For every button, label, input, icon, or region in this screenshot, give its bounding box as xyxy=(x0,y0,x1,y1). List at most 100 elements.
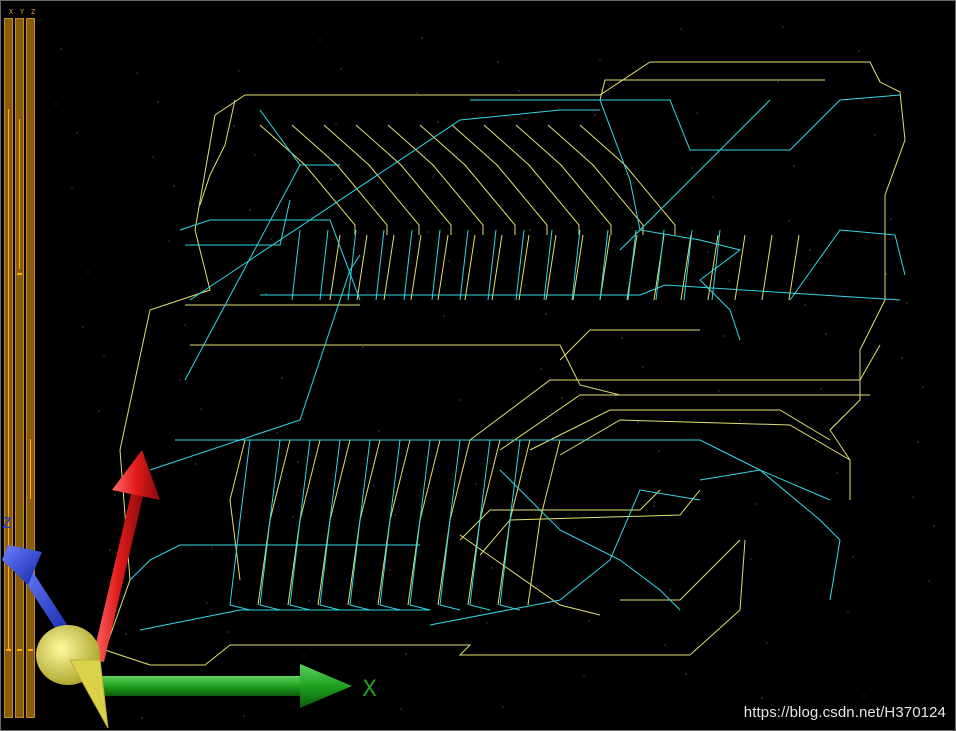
grid-dot xyxy=(497,61,499,63)
grid-dot xyxy=(529,229,531,231)
trace-top-diagonal xyxy=(291,124,388,235)
grid-dot xyxy=(109,549,111,551)
axis-gizmo[interactable]: X Z xyxy=(2,450,377,729)
trace-bottom-slant xyxy=(379,439,401,611)
grid-dot xyxy=(782,26,784,28)
watermark-text: https://blog.csdn.net/H370124 xyxy=(743,704,946,721)
grid-dot xyxy=(114,494,116,496)
grid-dot xyxy=(912,496,914,498)
trace-top-diagonal xyxy=(419,124,516,235)
trace-bottom-lower-right xyxy=(699,469,841,601)
grid-dot xyxy=(588,620,590,622)
grid-dot xyxy=(631,227,633,229)
grid-dot xyxy=(825,333,827,335)
trace-top-bus xyxy=(599,79,825,101)
pcb-3d-view[interactable]: X Z xyxy=(0,0,956,731)
grid-dot xyxy=(367,291,369,293)
trace-bottom-vertical xyxy=(655,229,665,301)
trace-bottom-slant xyxy=(469,439,491,611)
trace-outline-top xyxy=(214,61,906,500)
grid-dot xyxy=(777,81,779,83)
trace-bottom-slant xyxy=(319,439,341,611)
grid-dot xyxy=(658,450,660,452)
grid-dot xyxy=(491,567,493,569)
grid-dot xyxy=(809,249,811,251)
trace-top-left-edge xyxy=(199,99,236,206)
z-axis-arrow xyxy=(2,545,76,646)
grid-dot xyxy=(76,132,78,134)
trace-bottom-slant xyxy=(289,439,311,611)
grid-dot xyxy=(804,304,806,306)
grid-dot xyxy=(448,260,450,262)
grid-dot xyxy=(373,485,375,487)
grid-dot xyxy=(561,397,563,399)
trace-diag-bus-2 xyxy=(499,394,850,451)
trace-bottom-lower-mid xyxy=(499,469,681,611)
grid-dot xyxy=(200,408,202,410)
grid-dot xyxy=(157,101,159,103)
trace-top-diagonal xyxy=(547,124,644,235)
trace-bottom-vertical xyxy=(683,229,693,301)
trace-diag-bus-3 xyxy=(529,409,831,451)
trace-top-vertical xyxy=(329,234,341,301)
grid-dot xyxy=(179,379,181,381)
trace-bottom-lower-edge xyxy=(139,609,430,631)
grid-dot xyxy=(863,695,865,697)
grid-dot xyxy=(416,92,418,94)
grid-dot xyxy=(254,154,256,156)
grid-dot xyxy=(475,483,477,485)
grid-dot xyxy=(470,538,472,540)
trace-top-diagonal xyxy=(451,124,548,235)
grid-dot xyxy=(691,167,693,169)
trace-bottom-slant xyxy=(439,439,461,611)
grid-dot xyxy=(211,547,213,549)
grid-dot xyxy=(249,209,251,211)
grid-dot xyxy=(394,514,396,516)
grid-dot xyxy=(906,302,908,304)
trace-top-vertical xyxy=(410,234,422,301)
z-axis-label: Z xyxy=(2,516,12,532)
trace-bottom-lower-left xyxy=(129,544,420,581)
trace-top-vertical xyxy=(518,234,530,301)
trace-bottom-row xyxy=(179,219,361,301)
grid-dot xyxy=(335,123,337,125)
top-layer-traces xyxy=(104,61,906,666)
grid-dot xyxy=(141,717,143,719)
grid-dot xyxy=(858,50,860,52)
grid-dot xyxy=(545,313,547,315)
grid-dot xyxy=(653,505,655,507)
trace-top-diagonal xyxy=(483,124,580,235)
trace-outline-left xyxy=(104,114,746,666)
trace-top-diagonal xyxy=(387,124,484,235)
grid-dot xyxy=(400,708,402,710)
x-axis-arrow xyxy=(100,664,352,708)
grid-dot xyxy=(71,187,73,189)
y-axis-arrow xyxy=(92,450,160,662)
trace-bottom-right-zig xyxy=(599,99,742,341)
grid-dot xyxy=(874,134,876,136)
grid-dot xyxy=(766,642,768,644)
trace-bottom-row-top xyxy=(260,284,901,301)
grid-dot xyxy=(297,461,299,463)
trace-mid-bus xyxy=(190,344,870,396)
trace-bottom-slant xyxy=(259,439,281,611)
trace-lower-slant xyxy=(527,439,561,606)
grid-dot xyxy=(534,174,536,176)
trace-top-vertical xyxy=(356,234,368,301)
grid-dot xyxy=(243,715,245,717)
grid-dot xyxy=(540,368,542,370)
grid-dot xyxy=(583,675,585,677)
grid-dot xyxy=(594,114,596,116)
grid-dot xyxy=(680,28,682,30)
grid-dot xyxy=(421,37,423,39)
bottom-layer-traces xyxy=(129,94,906,631)
grid-dot xyxy=(330,178,332,180)
trace-lower-right xyxy=(620,539,741,601)
trace-mid-link xyxy=(559,329,700,361)
grid-dot xyxy=(319,39,321,41)
trace-top-vertical xyxy=(761,234,773,301)
grid-dot xyxy=(917,441,919,443)
trace-bottom-vertical xyxy=(515,229,525,301)
grid-dot xyxy=(238,70,240,72)
trace-lower-left xyxy=(229,439,246,581)
